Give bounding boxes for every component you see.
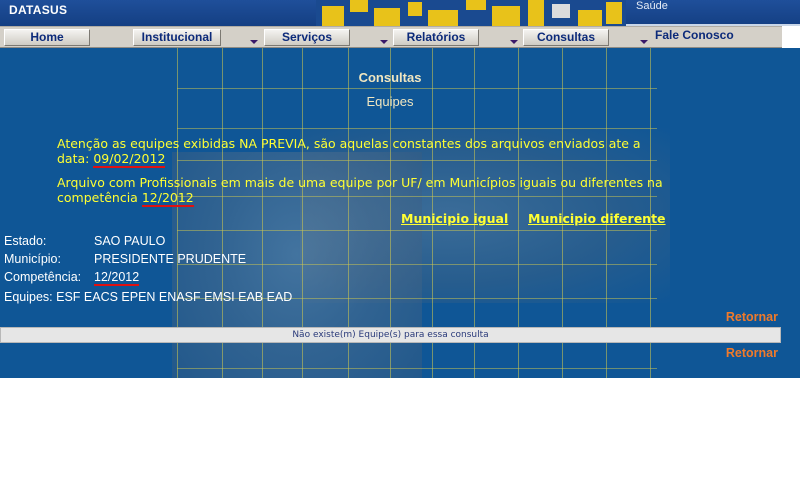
empty-result-message: Não existe(m) Equipe(s) para essa consul… — [0, 327, 781, 343]
nav-servicos-button[interactable]: Serviços — [264, 29, 350, 46]
datasus-logo[interactable]: DATASUS — [9, 3, 67, 17]
nav-fale-conosco-link[interactable]: Fale Conosco — [655, 28, 734, 42]
retornar-link[interactable]: Retornar — [726, 346, 778, 360]
nav-consultas-button[interactable]: Consultas — [523, 29, 609, 46]
competencia-label: Competência: — [4, 270, 82, 284]
nav-relatorios-button[interactable]: Relatórios — [393, 29, 479, 46]
page: DATASUS Saúde Home Institucional Serviço… — [0, 0, 800, 480]
grid-line — [177, 230, 657, 231]
retornar-link[interactable]: Retornar — [726, 310, 778, 324]
main-content: Consultas Equipes Atenção as equipes exi… — [0, 48, 800, 378]
nav-home-button[interactable]: Home — [4, 29, 90, 46]
ministry-label: Saúde — [636, 0, 668, 12]
estado-value: SAO PAULO — [94, 234, 166, 248]
grid-line — [177, 88, 657, 89]
competencia-value: 12/2012 — [94, 270, 140, 286]
municipio-label: Município: — [4, 252, 61, 266]
municipio-value: PRESIDENTE PRUDENTE — [94, 252, 247, 266]
municipio-diferente-link[interactable]: Municipio diferente — [528, 211, 666, 226]
grid-line — [177, 128, 657, 129]
page-title: Consultas — [358, 70, 422, 85]
equipes-list: Equipes: ESF EACS EPEN ENASF EMSI EAB EA… — [4, 290, 293, 304]
notice-previa: Atenção as equipes exibidas NA PREVIA, s… — [57, 136, 669, 168]
chevron-down-icon[interactable] — [640, 40, 648, 44]
estado-label: Estado: — [4, 234, 47, 248]
municipio-igual-link[interactable]: Municipio igual — [401, 211, 508, 226]
page-subtitle: Equipes — [366, 94, 414, 109]
notice-competencia: Arquivo com Profissionais em mais de uma… — [57, 175, 669, 207]
grid-line — [177, 368, 657, 369]
banner-mosaic-image — [316, 0, 626, 26]
notice-previa-date: 09/02/2012 — [93, 151, 166, 168]
chevron-down-icon[interactable] — [250, 40, 258, 44]
chevron-down-icon[interactable] — [380, 40, 388, 44]
nav-institucional-button[interactable]: Institucional — [133, 29, 221, 46]
top-nav-bar: Home Institucional Serviços Relatórios C… — [0, 26, 782, 48]
notice-competencia-value: 12/2012 — [141, 190, 194, 207]
chevron-down-icon[interactable] — [510, 40, 518, 44]
header-banner: DATASUS Saúde — [0, 0, 800, 26]
grid-line — [177, 264, 657, 265]
